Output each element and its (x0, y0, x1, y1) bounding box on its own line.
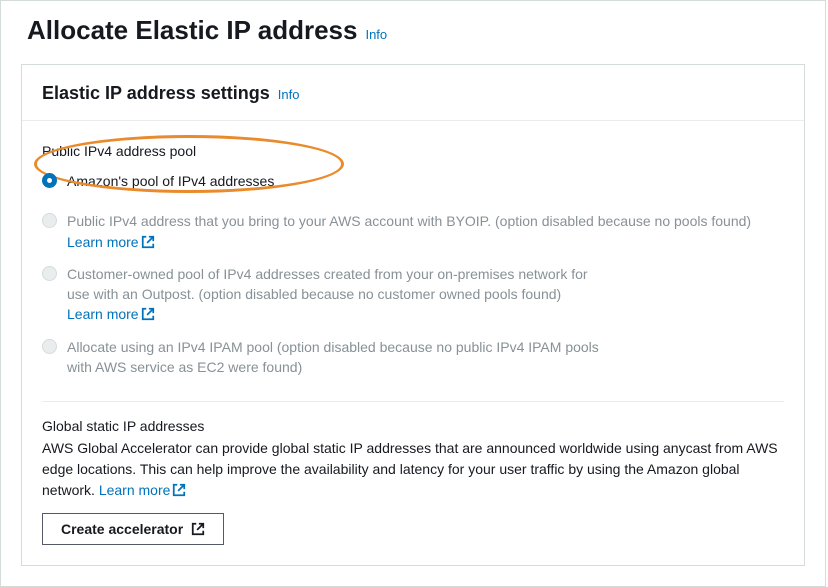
radio-text-byoip: Public IPv4 address that you bring to yo… (67, 213, 751, 229)
radio-byoip (42, 213, 57, 228)
panel-title: Elastic IP address settings (42, 83, 270, 104)
pool-section-label: Public IPv4 address pool (42, 143, 274, 159)
radio-label-customer-owned: Customer-owned pool of IPv4 addresses cr… (67, 264, 607, 325)
radio-option-ipam: Allocate using an IPv4 IPAM pool (option… (42, 331, 784, 384)
create-accelerator-button[interactable]: Create accelerator (42, 513, 224, 545)
learn-more-global[interactable]: Learn more (99, 482, 187, 498)
global-ip-title: Global static IP addresses (42, 418, 784, 434)
external-link-icon (172, 483, 186, 497)
learn-more-customer-owned[interactable]: Learn more (67, 306, 155, 322)
radio-amazon-pool[interactable] (42, 173, 57, 188)
info-link-header[interactable]: Info (365, 27, 387, 42)
external-link-icon (191, 522, 205, 536)
radio-option-byoip: Public IPv4 address that you bring to yo… (42, 205, 784, 258)
create-accelerator-label: Create accelerator (61, 521, 183, 537)
radio-label-byoip: Public IPv4 address that you bring to yo… (67, 211, 784, 252)
learn-more-byoip[interactable]: Learn more (67, 234, 155, 250)
radio-customer-owned (42, 266, 57, 281)
radio-option-amazon-pool[interactable]: Amazon's pool of IPv4 addresses (42, 167, 274, 197)
radio-ipam (42, 339, 57, 354)
global-ip-description: AWS Global Accelerator can provide globa… (42, 438, 784, 501)
info-link-panel[interactable]: Info (278, 87, 300, 102)
external-link-icon (141, 235, 155, 249)
external-link-icon (141, 307, 155, 321)
radio-option-customer-owned: Customer-owned pool of IPv4 addresses cr… (42, 258, 784, 331)
page-title: Allocate Elastic IP address (27, 15, 357, 46)
settings-panel: Elastic IP address settings Info Public … (21, 64, 805, 566)
radio-label-amazon-pool: Amazon's pool of IPv4 addresses (67, 171, 274, 191)
radio-text-customer-owned: Customer-owned pool of IPv4 addresses cr… (67, 266, 588, 302)
radio-label-ipam: Allocate using an IPv4 IPAM pool (option… (67, 337, 607, 378)
